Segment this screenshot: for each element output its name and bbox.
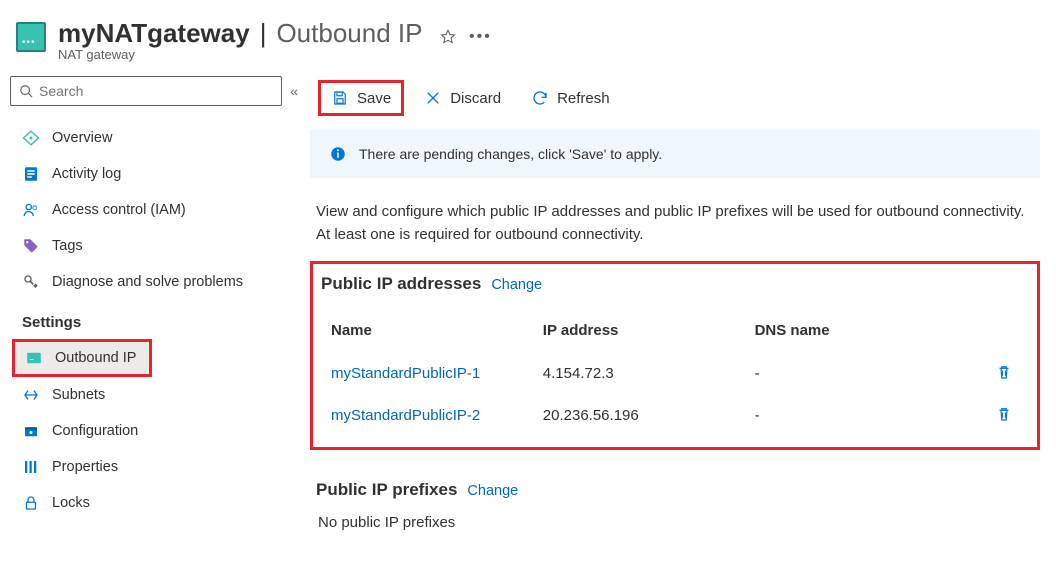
public-ip-title: Public IP addresses [321, 274, 481, 294]
toolbar: Save Discard Refresh [310, 76, 1040, 124]
nav-label: Outbound IP [55, 350, 136, 366]
change-prefix-link[interactable]: Change [467, 483, 518, 499]
nav-tags[interactable]: Tags [10, 228, 310, 264]
nav-activity-log[interactable]: Activity log [10, 156, 310, 192]
ip-address: 20.236.56.196 [533, 395, 745, 437]
nav-subnets[interactable]: Subnets [10, 377, 310, 413]
resource-name: myNATgateway [58, 18, 250, 49]
tags-icon [22, 237, 40, 255]
activity-log-icon [22, 165, 40, 183]
prefix-title: Public IP prefixes [316, 480, 457, 500]
search-input[interactable] [39, 83, 273, 99]
save-icon [331, 89, 349, 107]
nav-configuration[interactable]: Configuration [10, 413, 310, 449]
change-public-ip-link[interactable]: Change [491, 277, 542, 293]
delete-row-button[interactable] [995, 368, 1013, 385]
collapse-sidebar-icon[interactable]: « [290, 83, 298, 99]
public-ip-section-highlight: Public IP addresses Change Name IP addre… [310, 261, 1040, 450]
nav-label: Overview [52, 130, 112, 146]
trash-icon [995, 405, 1013, 423]
ip-name-link[interactable]: myStandardPublicIP-1 [331, 365, 480, 382]
diagnose-icon [22, 273, 40, 291]
nav-label: Tags [52, 238, 83, 254]
save-button[interactable]: Save [318, 80, 404, 116]
subnets-icon [22, 386, 40, 404]
dns-name: - [745, 353, 957, 395]
nav-locks[interactable]: Locks [10, 485, 310, 521]
nav-label: Activity log [52, 166, 121, 182]
discard-label: Discard [450, 90, 501, 107]
no-prefix-text: No public IP prefixes [316, 500, 1034, 531]
more-actions-icon[interactable]: ••• [470, 27, 490, 47]
discard-icon [424, 89, 442, 107]
highlight-outbound-ip: ••• Outbound IP [12, 339, 152, 377]
sidebar: « Overview Activity log Access control (… [0, 66, 310, 588]
outbound-ip-icon: ••• [25, 349, 43, 367]
ip-name-link[interactable]: myStandardPublicIP-2 [331, 407, 480, 424]
page-title: Outbound IP [276, 18, 422, 49]
ip-address: 4.154.72.3 [533, 353, 745, 395]
discard-button[interactable]: Discard [414, 83, 511, 113]
nav-label: Access control (IAM) [52, 202, 186, 218]
nav-label: Configuration [52, 423, 138, 439]
table-row: myStandardPublicIP-1 4.154.72.3 - [321, 353, 1027, 395]
nav-label: Properties [52, 459, 118, 475]
description-text: View and configure which public IP addre… [310, 178, 1040, 257]
table-row: myStandardPublicIP-2 20.236.56.196 - [321, 395, 1027, 437]
nav-diagnose[interactable]: Diagnose and solve problems [10, 264, 310, 300]
nav-overview[interactable]: Overview [10, 120, 310, 156]
nav-label: Subnets [52, 387, 105, 403]
col-ip: IP address [533, 312, 745, 353]
settings-heading: Settings [10, 300, 310, 339]
svg-text:•••: ••• [30, 357, 35, 361]
properties-icon [22, 458, 40, 476]
resource-type: NAT gateway [58, 47, 490, 62]
page-header: myNATgateway | Outbound IP ••• NAT gatew… [0, 0, 1056, 66]
nav-access-control[interactable]: Access control (IAM) [10, 192, 310, 228]
locks-icon [22, 494, 40, 512]
dns-name: - [745, 395, 957, 437]
sidebar-search[interactable] [10, 76, 282, 106]
nav-label: Locks [52, 495, 90, 511]
col-name: Name [321, 312, 533, 353]
info-text: There are pending changes, click 'Save' … [359, 146, 662, 162]
nav-outbound-ip[interactable]: ••• Outbound IP [15, 342, 149, 374]
main-content: Save Discard Refresh There are pending c… [310, 66, 1056, 588]
overview-icon [22, 129, 40, 147]
nat-gateway-icon [16, 22, 46, 52]
refresh-label: Refresh [557, 90, 610, 107]
refresh-icon [531, 89, 549, 107]
favorite-star-icon[interactable] [438, 27, 458, 47]
nav-properties[interactable]: Properties [10, 449, 310, 485]
refresh-button[interactable]: Refresh [521, 83, 620, 113]
save-label: Save [357, 90, 391, 107]
public-ip-table: Name IP address DNS name myStandardPubli… [321, 312, 1027, 437]
col-dns: DNS name [745, 312, 957, 353]
trash-icon [995, 363, 1013, 381]
nav-label: Diagnose and solve problems [52, 274, 243, 290]
delete-row-button[interactable] [995, 410, 1013, 427]
search-icon [19, 84, 33, 98]
info-icon [329, 145, 347, 163]
configuration-icon [22, 422, 40, 440]
iam-icon [22, 201, 40, 219]
pending-changes-info: There are pending changes, click 'Save' … [310, 130, 1040, 178]
